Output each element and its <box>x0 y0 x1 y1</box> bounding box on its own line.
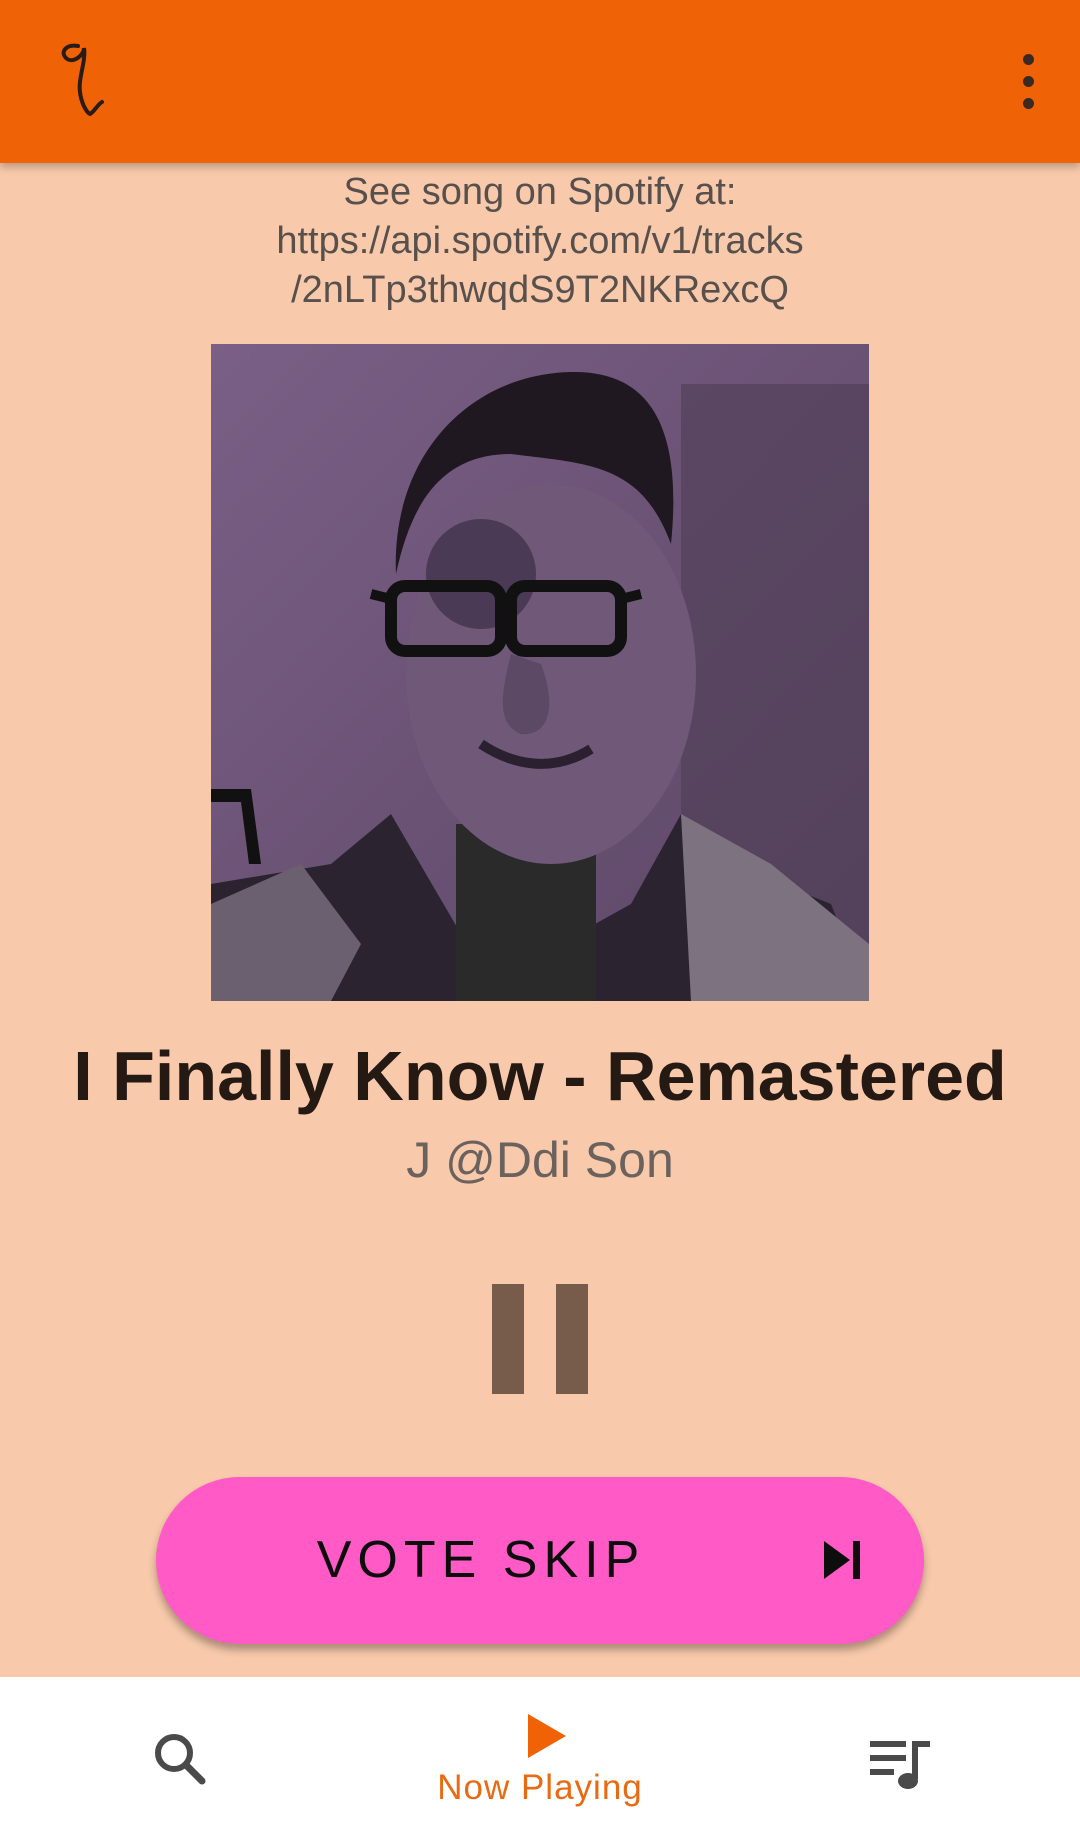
pause-button[interactable] <box>488 1280 592 1398</box>
more-vert-icon[interactable] <box>1004 46 1052 116</box>
vote-skip-button[interactable]: VOTE SKIP <box>156 1477 924 1644</box>
nav-search[interactable] <box>140 1677 220 1844</box>
search-icon <box>155 1734 206 1785</box>
queue-music-icon <box>870 1741 930 1789</box>
album-art <box>211 344 869 1001</box>
nav-queue[interactable] <box>860 1677 940 1844</box>
pause-icon-bar <box>556 1284 588 1394</box>
play-icon <box>528 1714 566 1758</box>
track-title: I Finally Know - Remastered <box>73 1037 1007 1115</box>
pause-icon <box>492 1284 524 1394</box>
spotify-line-3: /2nLTp3thwqdS9T2NKRexcQ <box>291 269 789 311</box>
quaver-note-icon <box>61 43 104 117</box>
skip-next-icon <box>824 1541 860 1579</box>
spotify-line-2: https://api.spotify.com/v1/tracks <box>276 220 804 262</box>
nav-now-playing[interactable]: Now Playing <box>400 1677 680 1844</box>
vote-skip-label: VOTE SKIP <box>316 1531 646 1589</box>
bottom-navigation: Now Playing <box>0 1677 1080 1844</box>
spotify-link-text[interactable]: See song on Spotify at: https://api.spot… <box>0 168 1080 315</box>
spotify-line-1: See song on Spotify at: <box>343 171 737 213</box>
track-artist: J @Ddi Son <box>406 1132 674 1188</box>
album-art-portrait <box>211 344 869 1001</box>
app-bar <box>0 0 1080 163</box>
nav-now-playing-label: Now Playing <box>437 1768 643 1807</box>
